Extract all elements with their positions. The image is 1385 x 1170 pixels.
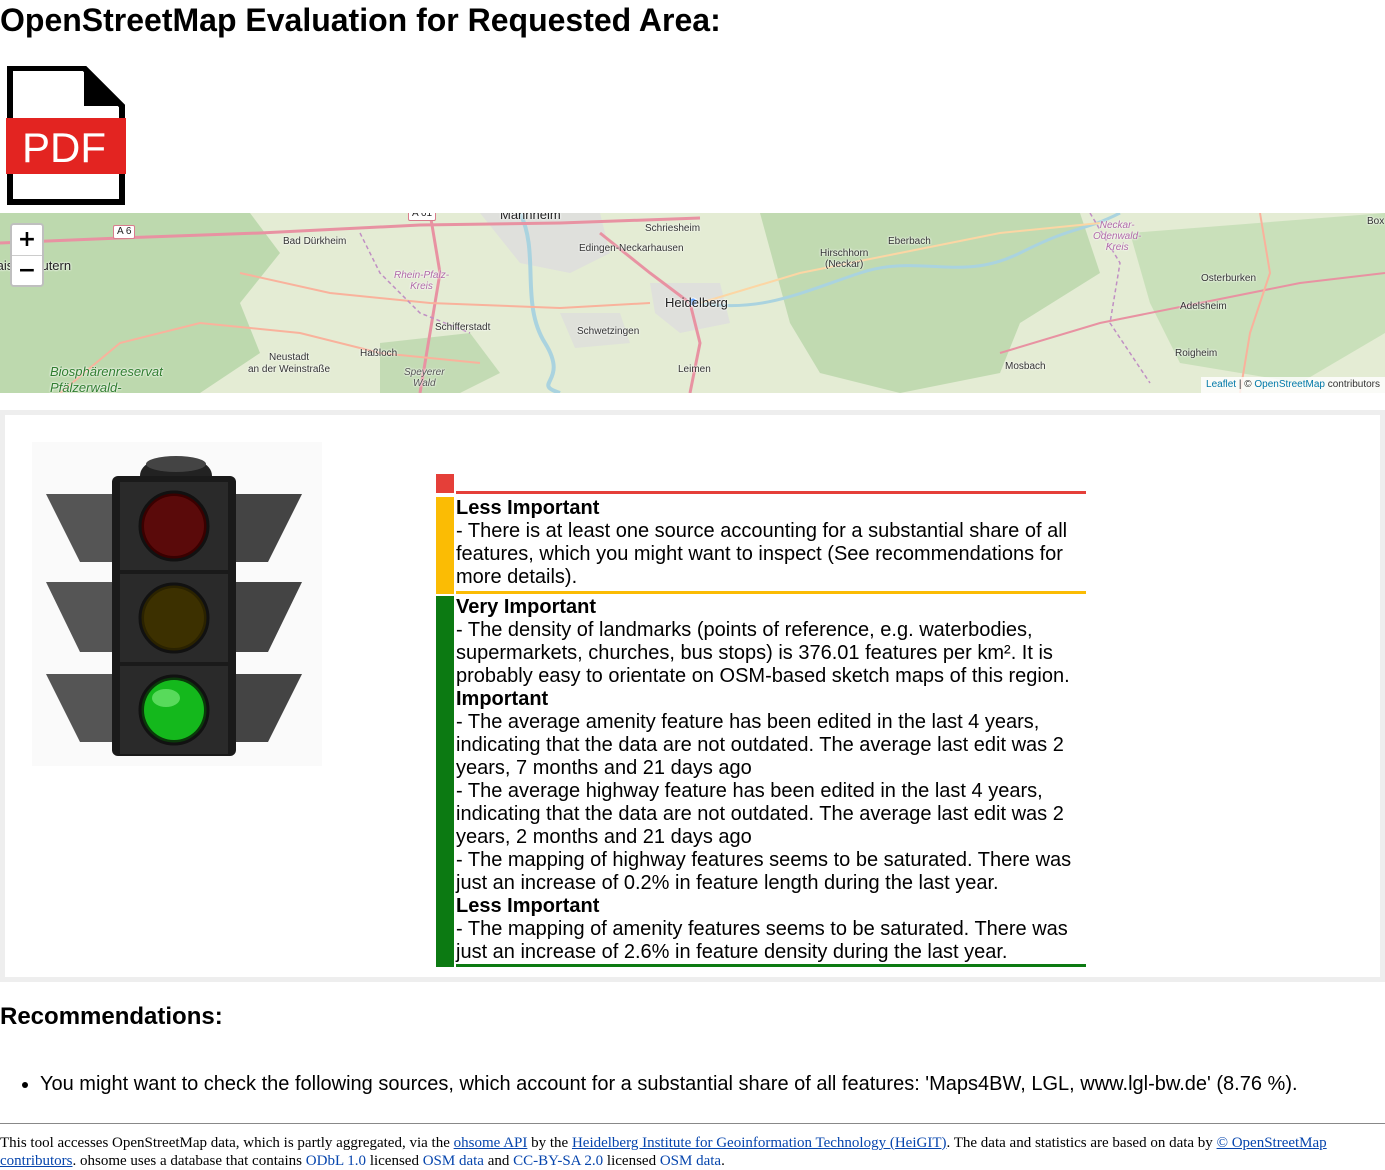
place-mannheim: Mannheim <box>500 213 561 222</box>
recommendations-title: Recommendations: <box>0 1003 223 1030</box>
recommendations-list: You might want to check the following so… <box>0 1070 1298 1098</box>
place-osterburken: Osterburken <box>1201 273 1257 284</box>
red-status-bar <box>436 474 454 493</box>
place-roigheim: Roigheim <box>1175 348 1218 359</box>
footer-text: by the <box>527 1135 572 1151</box>
page-title: OpenStreetMap Evaluation for Requested A… <box>0 2 721 38</box>
indicator-text: - There is at least one source accountin… <box>456 520 1068 588</box>
place-speyerer-wald: Speyerer Wald <box>404 367 445 389</box>
leaflet-link[interactable]: Leaflet <box>1206 379 1236 390</box>
place-box: Box <box>1367 216 1385 227</box>
map-attribution: Leaflet | © OpenStreetMap contributors <box>1201 377 1385 393</box>
footer-text: and <box>483 1153 514 1169</box>
osm-data-link-2[interactable]: OSM data <box>660 1153 721 1169</box>
zoom-out-button[interactable]: − <box>12 255 42 285</box>
yellow-status-bar <box>436 497 454 594</box>
ohsome-api-link[interactable]: ohsome API <box>454 1135 528 1151</box>
indicator-text: - The density of landmarks (points of re… <box>456 619 1070 687</box>
indicator-text: - The mapping of highway features seems … <box>456 849 1072 894</box>
footer-text: . ohsome uses a database that contains <box>72 1153 306 1169</box>
place-schwetzingen: Schwetzingen <box>577 326 640 337</box>
level-heading: Less Important <box>456 497 600 519</box>
indicator-row-red <box>436 474 1086 494</box>
osm-data-link[interactable]: OSM data <box>423 1153 484 1169</box>
traffic-light-icon <box>32 442 322 766</box>
indicator-text: - The average amenity feature has been e… <box>456 711 1064 779</box>
footer-text: This tool accesses OpenStreetMap data, w… <box>0 1135 454 1151</box>
indicator-text: - The average highway feature has been e… <box>456 780 1064 848</box>
footer: This tool accesses OpenStreetMap data, w… <box>0 1134 1385 1170</box>
heigit-link[interactable]: Heidelberg Institute for Geoinformation … <box>572 1135 947 1151</box>
footer-divider <box>0 1123 1385 1124</box>
indicator-table: Less Important - There is at least one s… <box>436 474 1086 967</box>
road-badge-a61: A 61 <box>408 213 437 221</box>
level-heading: Very Important <box>456 596 597 618</box>
road-badge-a6: A 6 <box>113 225 136 239</box>
zoom-in-button[interactable]: + <box>12 225 42 255</box>
openstreetmap-link[interactable]: OpenStreetMap <box>1254 379 1325 390</box>
map-view[interactable]: A 61 A 6 Mannheim Schriesheim Edingen-Ne… <box>0 213 1385 393</box>
indicator-row-green: Very Important - The density of landmark… <box>436 596 1086 967</box>
footer-text: . <box>721 1153 725 1169</box>
place-eberbach: Eberbach <box>888 236 931 247</box>
place-neustadt: Neustadt an der Weinstraße <box>248 352 331 375</box>
place-hassloch: Haßloch <box>360 348 398 359</box>
place-schriesheim: Schriesheim <box>645 223 701 234</box>
pdf-download-link[interactable]: PDF <box>6 65 126 206</box>
place-leimen: Leimen <box>678 364 711 375</box>
pdf-label: PDF <box>22 124 106 171</box>
place-biosphere: Biosphärenreservat Pfälzerwald- <box>50 364 163 393</box>
report-panel: Less Important - There is at least one s… <box>0 410 1385 982</box>
footer-text: licensed <box>366 1153 423 1169</box>
place-rhein-pfalz-kreis: Rhein-Pfalz- Kreis <box>394 270 450 292</box>
yellow-status-content: Less Important - There is at least one s… <box>456 497 1086 594</box>
recommendation-item: You might want to check the following so… <box>40 1070 1298 1098</box>
level-heading: Important <box>456 688 549 710</box>
place-adelsheim: Adelsheim <box>1180 301 1227 312</box>
red-status-content <box>456 474 1086 494</box>
place-hirschhorn: Hirschhorn (Neckar) <box>820 248 869 270</box>
zoom-control: + − <box>10 223 44 287</box>
footer-text: . The data and statistics are based on d… <box>946 1135 1217 1151</box>
cc-by-sa-link[interactable]: CC-BY-SA 2.0 <box>513 1153 603 1169</box>
odbl-link[interactable]: ODbL 1.0 <box>306 1153 366 1169</box>
place-edingen: Edingen-Neckarhausen <box>579 243 684 254</box>
place-bad-durkheim: Bad Dürkheim <box>283 236 347 247</box>
footer-text: licensed <box>603 1153 660 1169</box>
indicator-text: - The mapping of amenity features seems … <box>456 918 1068 963</box>
place-heidelberg: Heidelberg <box>665 295 728 310</box>
place-mosbach: Mosbach <box>1005 361 1046 372</box>
green-status-content: Very Important - The density of landmark… <box>456 596 1086 967</box>
place-neckar-odenwald-kreis: Neckar- Odenwald- Kreis <box>1093 220 1142 253</box>
attribution-suffix: contributors <box>1324 379 1380 390</box>
place-schifferstadt: Schifferstadt <box>435 322 491 333</box>
pdf-file-icon: PDF <box>6 65 126 205</box>
attribution-separator: | © <box>1236 379 1255 390</box>
level-heading: Less Important <box>456 895 600 917</box>
green-status-bar <box>436 596 454 967</box>
indicator-row-yellow: Less Important - There is at least one s… <box>436 497 1086 594</box>
